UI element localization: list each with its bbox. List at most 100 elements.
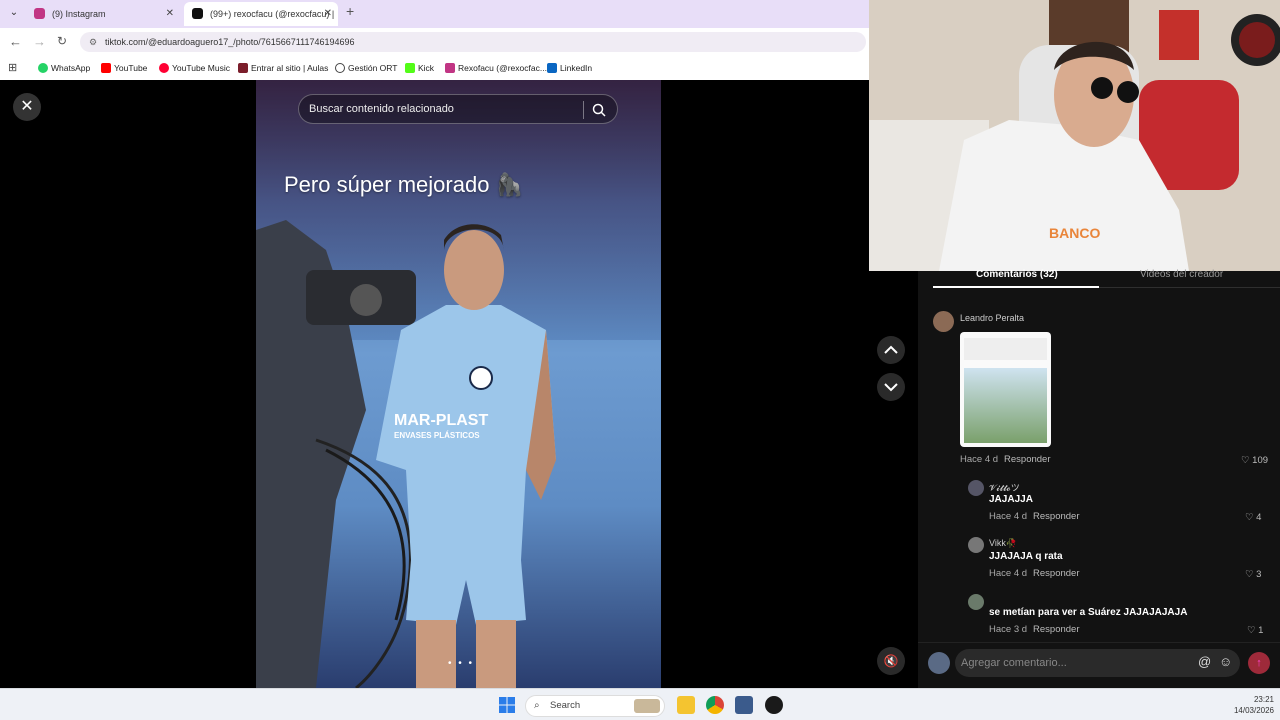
mention-icon[interactable]: @ — [1198, 654, 1211, 669]
comment-item: Leandro Peralta Hace 4 d Responder ♡ 109 — [933, 311, 1280, 471]
bookmark-label: YouTube — [114, 63, 148, 73]
reply-item: se metían para ver a Suárez JAJAJAJAJA H… — [968, 594, 1280, 640]
tiktok-icon — [192, 8, 203, 19]
related-search-bar[interactable] — [298, 94, 618, 124]
avatar[interactable] — [968, 537, 984, 553]
comment-author[interactable]: Vikk🥀 — [989, 538, 1017, 549]
app-icon[interactable] — [735, 696, 753, 714]
bookmark-aulas[interactable]: Entrar al sitio | Aulas — [238, 61, 328, 75]
like-count[interactable]: ♡ 109 — [1241, 455, 1268, 466]
related-search-input[interactable] — [309, 100, 579, 118]
bookmark-youtube[interactable]: YouTube — [101, 61, 147, 75]
taskbar-search-label: Search — [550, 700, 581, 711]
reload-icon[interactable]: ↻ — [57, 34, 67, 48]
emoji-icon[interactable]: ☺ — [1219, 654, 1232, 669]
bookmark-label: Rexofacu (@rexocfac... — [458, 63, 547, 73]
svg-text:ENVASES PLÁSTICOS: ENVASES PLÁSTICOS — [394, 431, 480, 440]
new-tab-button[interactable]: + — [346, 3, 354, 19]
url-field[interactable]: ⚙ tiktok.com/@eduardoaguero17_/photo/761… — [80, 32, 866, 52]
bookmark-rexofacu[interactable]: Rexofacu (@rexocfac... — [445, 61, 547, 75]
active-tab-indicator — [933, 286, 1099, 288]
next-post-button[interactable] — [877, 373, 905, 401]
comment-time: Hace 4 d — [989, 568, 1028, 579]
photo-caption: Pero súper mejorado 🦍 — [284, 172, 523, 197]
like-number: 4 — [1256, 512, 1262, 523]
youtube-icon — [101, 63, 111, 73]
comment-input-bar: @ ☺ ↑ — [918, 642, 1280, 688]
tab-tiktok[interactable]: (99+) rexocfacu (@rexocfacu) | T ✕ — [184, 2, 338, 43]
heart-icon: ♡ — [1245, 512, 1254, 523]
tab-creator-videos[interactable]: Videos del creador — [1140, 269, 1223, 280]
heart-icon: ♡ — [1241, 455, 1250, 466]
chrome-icon[interactable] — [706, 696, 724, 714]
like-count[interactable]: ♡ 1 — [1247, 625, 1263, 636]
bookmark-whatsapp[interactable]: WhatsApp — [38, 61, 90, 75]
bookmark-label: LinkedIn — [560, 63, 593, 73]
like-count[interactable]: ♡ 4 — [1245, 512, 1261, 523]
whatsapp-icon — [38, 63, 48, 73]
comment-time: Hace 4 d — [989, 511, 1028, 522]
comment-meta: Hace 3 d Responder — [989, 624, 1080, 635]
avatar[interactable] — [933, 311, 954, 332]
site-info-icon[interactable]: ⚙ — [89, 32, 97, 52]
reply-button[interactable]: Responder — [1033, 511, 1079, 522]
avatar[interactable] — [968, 480, 984, 496]
instagram-icon — [445, 63, 455, 73]
mute-button[interactable]: 🔇 — [877, 647, 905, 675]
webcam-overlay: BANCO — [869, 0, 1280, 271]
send-button[interactable]: ↑ — [1248, 652, 1270, 674]
like-count[interactable]: ♡ 3 — [1245, 569, 1261, 580]
close-viewer-button[interactable]: ✕ — [13, 93, 41, 121]
file-explorer-icon[interactable] — [677, 696, 695, 714]
system-clock[interactable]: 23:21 14/03/2026 — [1228, 694, 1274, 716]
reply-item: Vikk🥀 JJAJAJA q rata Hace 4 d Responder ♡… — [968, 537, 1280, 585]
bookmarks-bar: ⊞ WhatsApp YouTube YouTube Music Entrar … — [0, 56, 869, 80]
bookmark-kick[interactable]: Kick — [405, 61, 434, 75]
apps-grid-icon[interactable]: ⊞ — [8, 61, 17, 74]
close-tab-icon[interactable]: ✕ — [324, 2, 332, 26]
svg-text:BANCO: BANCO — [1049, 225, 1100, 241]
tab-strip: ⌄ (9) Instagram ✕ (99+) rexocfacu (@rexo… — [0, 0, 869, 43]
comment-input[interactable] — [961, 655, 1191, 671]
taskbar: ⌕ Search 23:21 14/03/2026 — [0, 688, 1280, 720]
comment-meta: Hace 4 d Responder — [989, 568, 1080, 579]
reply-button[interactable]: Responder — [1033, 568, 1079, 579]
tab-comments[interactable]: Comentarios (32) — [976, 269, 1058, 280]
close-tab-icon[interactable]: ✕ — [166, 2, 174, 26]
obs-icon[interactable] — [765, 696, 783, 714]
comment-author[interactable]: Leandro Peralta — [960, 313, 1024, 323]
comment-meta: Hace 4 d Responder — [960, 454, 1051, 465]
tab-instagram[interactable]: (9) Instagram ✕ — [26, 2, 180, 26]
clock-time: 23:21 — [1253, 695, 1274, 704]
webcam-scene: BANCO — [869, 0, 1280, 271]
heart-icon: ♡ — [1245, 569, 1254, 580]
url-text: tiktok.com/@eduardoaguero17_/photo/76156… — [105, 37, 355, 47]
bookmark-linkedin[interactable]: LinkedIn — [547, 61, 592, 75]
comment-text: JAJAJJA — [989, 494, 1033, 505]
comment-text: se metían para ver a Suárez JAJAJAJAJA — [989, 607, 1188, 618]
avatar[interactable] — [968, 594, 984, 610]
back-icon[interactable]: ← — [9, 34, 22, 49]
comment-image[interactable] — [960, 332, 1051, 447]
tab-search-icon[interactable]: ⌄ — [6, 5, 22, 21]
linkedin-icon — [547, 63, 557, 73]
forward-icon[interactable]: → — [33, 34, 46, 49]
browser-window: ⌄ (9) Instagram ✕ (99+) rexocfacu (@rexo… — [0, 0, 869, 80]
comment-field[interactable]: @ ☺ — [955, 649, 1240, 677]
comments-panel: Comentarios (32) Videos del creador Lean… — [918, 269, 1280, 688]
like-number: 109 — [1252, 455, 1269, 466]
bookmark-youtube-music[interactable]: YouTube Music — [159, 61, 230, 75]
windows-start-icon[interactable] — [499, 697, 515, 713]
search-icon[interactable] — [591, 102, 607, 118]
like-number: 1 — [1258, 625, 1264, 636]
reply-button[interactable]: Responder — [1033, 624, 1079, 635]
carousel-dots[interactable]: • • • — [448, 658, 474, 669]
reply-button[interactable]: Responder — [1004, 454, 1050, 465]
previous-post-button[interactable] — [877, 336, 905, 364]
like-number: 3 — [1256, 569, 1262, 580]
comment-author[interactable]: 𝓥𝓲𝓽𝓽𝓸ツ — [989, 481, 1020, 494]
avatar — [928, 652, 950, 674]
bookmark-gestion-ort[interactable]: Gestión ORT — [335, 61, 397, 75]
speaker-muted-icon: 🔇 — [883, 654, 899, 668]
taskbar-search[interactable]: ⌕ Search — [525, 695, 665, 717]
